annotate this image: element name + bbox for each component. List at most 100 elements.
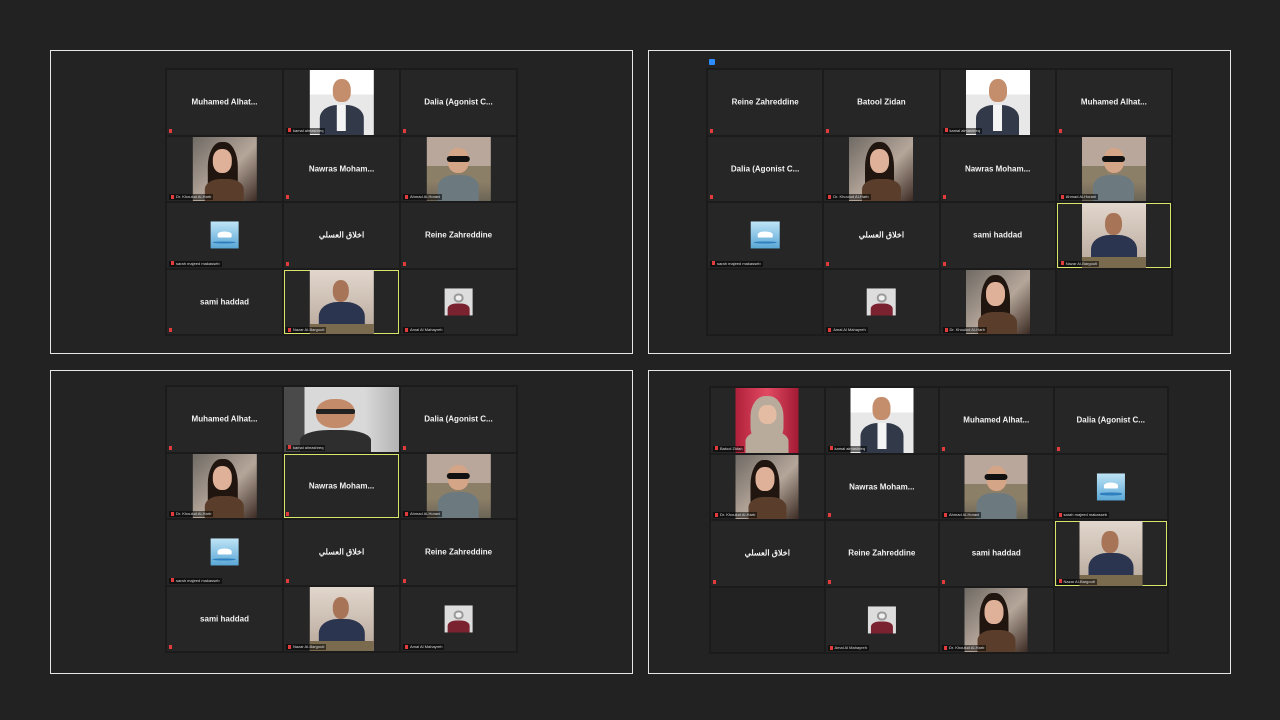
- participant-tile[interactable]: Dr. Khoulud Al-Harb: [824, 136, 939, 201]
- participant-video: [210, 538, 239, 566]
- muted-mic-icon: [403, 445, 406, 450]
- muted-mic-icon: [286, 512, 289, 516]
- muted-mic-icon: [942, 579, 945, 584]
- participant-tile[interactable]: Ahmad Al-Horani: [1056, 136, 1171, 201]
- participant-tile[interactable]: Nawras Moham...: [825, 454, 938, 519]
- muted-mic-icon: [171, 511, 174, 516]
- participant-tile[interactable]: Dr. Khoulud Al-Harb: [940, 269, 1055, 334]
- participant-tile[interactable]: Ahmad Al-Horani: [401, 453, 516, 518]
- participant-video: [1079, 521, 1143, 586]
- participant-label-text: kamal almashreq: [949, 127, 980, 133]
- muted-mic-icon: [286, 578, 289, 583]
- muted-mic-icon: [942, 195, 946, 199]
- participant-tile[interactable]: Nazar Al-Bargouti: [284, 269, 399, 334]
- participant-name-label: Amal Al Mahayreh: [403, 644, 445, 650]
- participant-name-label: kamal almashreq: [286, 127, 326, 134]
- participant-name-label: Nazar Al-Bargouti: [1058, 260, 1100, 267]
- participant-tile[interactable]: Reine Zahreddine: [825, 521, 938, 586]
- participant-tile[interactable]: sami haddad: [167, 269, 282, 334]
- muted-mic-icon: [288, 644, 291, 649]
- participant-tile[interactable]: Amal Al Mahayreh: [401, 269, 516, 334]
- participant-tile[interactable]: Batool Zidan: [824, 70, 939, 135]
- participant-tile[interactable]: Dr. Khoulud Al-Harb: [711, 454, 824, 519]
- participant-tile[interactable]: Muhamed Alhat...: [167, 387, 282, 452]
- participant-tile[interactable]: Dalia (Agonist C...: [1054, 388, 1167, 453]
- muted-mic-icon: [405, 194, 408, 199]
- meeting-screenshot-3: Muhamed Alhat... kamal almashreq Dalia (Ag…: [50, 370, 633, 674]
- participant-name-label: kamal almashreq: [942, 127, 982, 134]
- participant-tile[interactable]: Muhamed Alhat...: [1056, 70, 1171, 135]
- participant-tile[interactable]: Amal Al Mahayreh: [401, 586, 516, 651]
- participant-name: Dalia (Agonist C...: [424, 414, 493, 424]
- participant-name: Reine Zahreddine: [424, 230, 493, 240]
- muted-mic-icon: [827, 513, 831, 517]
- empty-tile: [1056, 269, 1171, 334]
- participant-tile[interactable]: Dr. Khoulud Al-Harb: [167, 136, 282, 201]
- participant-tile[interactable]: Nawras Moham...: [284, 453, 399, 518]
- participant-tile[interactable]: Nawras Moham...: [284, 136, 399, 201]
- participant-tile[interactable]: kamal almashreq: [825, 388, 938, 453]
- participant-label-text: kamal almashreq: [293, 444, 324, 450]
- participant-tile[interactable]: اخلاق العسلي: [711, 521, 824, 586]
- participant-name-label: Amal Al Mahayreh: [826, 327, 868, 333]
- participant-tile[interactable]: Amal Al Mahayreh: [825, 587, 938, 652]
- participant-tile[interactable]: Reine Zahreddine: [401, 520, 516, 585]
- muted-mic-icon: [169, 128, 172, 133]
- muted-mic-icon: [1058, 579, 1062, 584]
- participant-tile[interactable]: Muhamed Alhat...: [167, 70, 282, 135]
- participant-label-text: Amal Al Mahayreh: [834, 645, 867, 650]
- participant-name: Reine Zahreddine: [848, 548, 916, 558]
- muted-mic-icon: [1058, 512, 1062, 517]
- participant-tile[interactable]: اخلاق العسلي: [284, 203, 399, 268]
- participant-name: Muhamed Alhat...: [191, 97, 258, 107]
- participant-label-text: sarah majeed makasseb: [717, 260, 761, 266]
- participant-tile[interactable]: sarah majeed makasseb: [167, 520, 282, 585]
- participant-video: [750, 221, 780, 249]
- participant-tile[interactable]: Dr. Khoulud Al-Harb: [940, 587, 1053, 652]
- screen: { "panels": [ { "cols": 3, "tiles": [ {"…: [0, 0, 1280, 720]
- muted-mic-icon: [403, 128, 406, 133]
- participant-tile[interactable]: sami haddad: [167, 586, 282, 651]
- muted-mic-icon: [171, 261, 174, 266]
- participant-name: Dalia (Agonist C...: [424, 97, 493, 107]
- participant-tile[interactable]: kamal almashreq: [284, 70, 399, 135]
- participant-tile[interactable]: Nazar Al-Bargouti: [284, 586, 399, 651]
- participant-tile[interactable]: Nazar Al-Bargouti: [1054, 521, 1167, 586]
- participant-video: [964, 454, 1028, 519]
- participant-tile[interactable]: sarah majeed makasseb: [708, 203, 823, 268]
- participant-name: Nawras Moham...: [849, 482, 915, 492]
- participant-tile[interactable]: Dalia (Agonist C...: [401, 387, 516, 452]
- participant-tile[interactable]: Muhamed Alhat...: [940, 388, 1053, 453]
- participant-tile[interactable]: sarah majeed makasseb: [1054, 454, 1167, 519]
- participant-tile[interactable]: kamal almashreq: [284, 387, 399, 452]
- participant-tile[interactable]: sami haddad: [940, 521, 1053, 586]
- participant-tile[interactable]: Reine Zahreddine: [401, 203, 516, 268]
- participant-tile[interactable]: Batool Zidan: [711, 388, 824, 453]
- muted-mic-icon: [710, 128, 713, 133]
- participant-tile[interactable]: Nazar Al-Bargouti: [1056, 203, 1171, 268]
- participant-tile[interactable]: Nawras Moham...: [940, 136, 1055, 201]
- participant-tile[interactable]: Dalia (Agonist C...: [401, 70, 516, 135]
- participant-tile[interactable]: Amal Al Mahayreh: [824, 269, 939, 334]
- gallery-grid: Muhamed Alhat... kamal almashreq Dalia (Ag…: [165, 385, 518, 653]
- participant-tile[interactable]: kamal almashreq: [940, 70, 1055, 135]
- participant-video: [444, 605, 473, 633]
- participant-tile[interactable]: اخلاق العسلي: [284, 520, 399, 585]
- participant-tile[interactable]: اخلاق العسلي: [824, 203, 939, 268]
- muted-mic-icon: [288, 128, 291, 133]
- participant-tile[interactable]: Ahmad Al-Horani: [940, 454, 1053, 519]
- participant-tile[interactable]: Ahmad Al-Horani: [401, 136, 516, 201]
- participant-label-text: Dr. Khoulud Al-Harb: [720, 512, 756, 517]
- participant-tile[interactable]: sami haddad: [940, 203, 1055, 268]
- participant-tile[interactable]: Dr. Khoulud Al-Harb: [167, 453, 282, 518]
- muted-mic-icon: [171, 194, 174, 199]
- muted-mic-icon: [1058, 128, 1062, 133]
- gallery-grid: Reine Zahreddine Batool Zidan kamal almash…: [706, 59, 1173, 336]
- participant-tile[interactable]: Dalia (Agonist C...: [708, 136, 823, 201]
- participant-tile[interactable]: sarah majeed makasseb: [167, 203, 282, 268]
- muted-mic-icon: [715, 446, 718, 451]
- participant-name-label: Dr. Khoulud Al-Harb: [942, 645, 987, 651]
- participant-name: sami haddad: [200, 297, 249, 307]
- participant-tile[interactable]: Reine Zahreddine: [708, 70, 823, 135]
- participant-label-text: Dr. Khoulud Al-Harb: [949, 327, 985, 332]
